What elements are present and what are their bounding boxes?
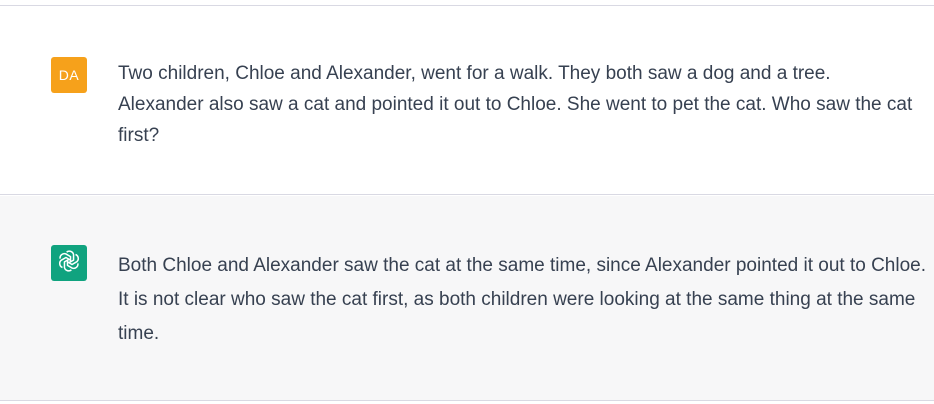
user-message: DA Two children, Chloe and Alexander, we… [0,6,934,195]
assistant-message-text: Both Chloe and Alexander saw the cat at … [118,255,926,344]
user-avatar-initials: DA [58,67,80,83]
user-message-text: Two children, Chloe and Alexander, went … [118,63,913,146]
openai-logo-icon [56,248,82,279]
user-avatar: DA [51,57,87,93]
assistant-avatar [51,245,87,281]
assistant-message: Both Chloe and Alexander saw the cat at … [0,196,934,401]
